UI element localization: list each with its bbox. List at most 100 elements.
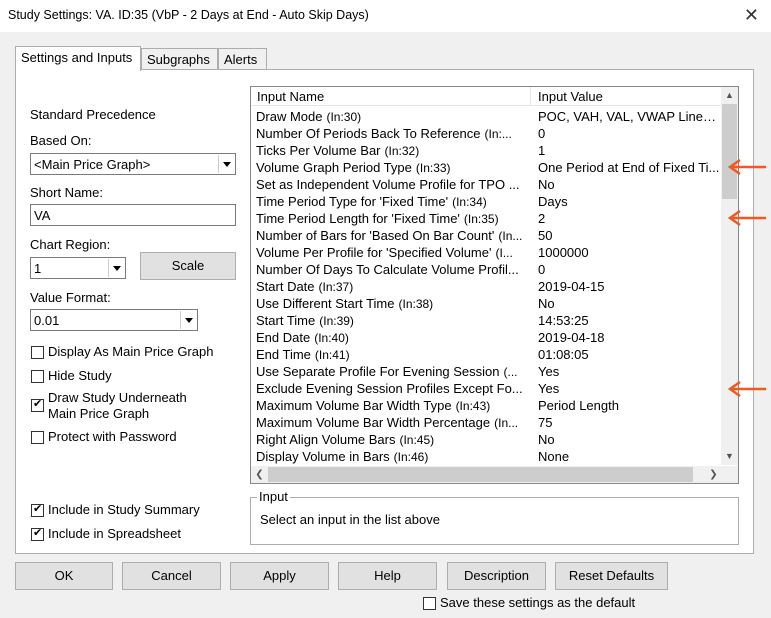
input-name-cell: Time Period Length for 'Fixed Time' (In:3… [256,211,529,226]
protect-with-password-checkbox[interactable] [31,431,44,444]
input-list[interactable]: Input Name Input Value Draw Mode (In:30) P… [250,86,739,484]
short-name-input[interactable]: VA [30,204,236,226]
input-value-cell[interactable]: 1 [538,143,722,158]
chevron-down-icon[interactable] [108,259,124,277]
input-value-cell[interactable]: POC, VAH, VAL, VWAP Lines ... [538,109,722,124]
input-row[interactable]: Start Date (In:37) 2019-04-15 [251,278,722,295]
input-value-cell[interactable]: 0 [538,126,722,141]
input-name-text: Start Date [256,279,315,294]
input-value-cell[interactable]: No [538,432,722,447]
input-name-cell: Number of Bars for 'Based On Bar Count'(… [256,228,529,243]
input-row[interactable]: Volume Per Profile for 'Specified Volume… [251,244,722,261]
horizontal-scroll-thumb[interactable] [268,467,693,482]
input-value-cell[interactable]: 14:53:25 [538,313,722,328]
ok-button[interactable]: OK [15,562,113,590]
input-value-cell[interactable]: 1000000 [538,245,722,260]
scale-button[interactable]: Scale [140,252,236,280]
help-button[interactable]: Help [338,562,437,590]
include-in-spreadsheet-checkbox[interactable] [31,526,44,541]
tab-subgraphs[interactable]: Subgraphs [141,48,218,70]
horizontal-scrollbar[interactable]: ❮ ❯ [251,466,722,483]
draw-study-underneath-checkbox[interactable] [31,397,44,412]
description-button[interactable]: Description [447,562,546,590]
input-row[interactable]: Number Of Periods Back To Reference (In:.… [251,125,722,142]
input-row[interactable]: Time Period Length for 'Fixed Time' (In:3… [251,210,722,227]
draw-study-underneath-label: Draw Study Underneath [48,390,187,405]
chevron-down-icon[interactable] [218,155,234,173]
input-value-cell[interactable]: Period Length [538,398,722,413]
input-value-cell[interactable]: 2 [538,211,722,226]
input-value-cell[interactable]: 2019-04-15 [538,279,722,294]
input-row[interactable]: Volume Graph Period Type (In:33) One Perio… [251,159,722,176]
input-value-cell[interactable]: 75 [538,415,722,430]
input-row[interactable]: End Time (In:41) 01:08:05 [251,346,722,363]
input-name-cell: Maximum Volume Bar Width Percentage (In..… [256,415,529,430]
apply-button[interactable]: Apply [230,562,329,590]
input-value-cell[interactable]: Days [538,194,722,209]
reset-defaults-button[interactable]: Reset Defaults [555,562,668,590]
input-value-cell[interactable]: No [538,177,722,192]
input-id-text: (In... [498,229,523,243]
input-value-cell[interactable]: 2019-04-18 [538,330,722,345]
include-in-study-summary-label: Include in Study Summary [48,502,200,517]
column-header-input-name[interactable]: Input Name [251,87,531,106]
input-row[interactable]: Ticks Per Volume Bar (In:32) 1 [251,142,722,159]
input-name-cell: Start Date (In:37) [256,279,529,294]
scroll-down-icon[interactable]: ▼ [721,448,738,465]
input-row[interactable]: Time Period Type for 'Fixed Time' (In:34)… [251,193,722,210]
annotation-arrow-icon [727,380,766,398]
input-name-text: Exclude Evening Session Profiles Except … [256,381,523,396]
input-row[interactable]: End Date (In:40) 2019-04-18 [251,329,722,346]
input-row[interactable]: Maximum Volume Bar Width Type (In:43) Peri… [251,397,722,414]
input-value-cell[interactable]: None [538,449,722,464]
input-value-cell[interactable]: Yes [538,364,722,379]
input-id-text: (In:45) [399,433,435,447]
chevron-down-icon[interactable] [180,311,196,329]
input-name-text: Number Of Periods Back To Reference [256,126,481,141]
input-value-cell[interactable]: One Period at End of Fixed Ti... [538,160,722,175]
tab-alerts[interactable]: Alerts [218,48,267,70]
draw-study-underneath-label-line2: Main Price Graph [48,406,150,421]
chart-region-select[interactable]: 1 [30,257,126,279]
input-value-cell[interactable]: 50 [538,228,722,243]
cancel-button[interactable]: Cancel [122,562,221,590]
column-header-input-value[interactable]: Input Value [532,87,722,106]
hide-study-checkbox[interactable] [31,370,44,383]
input-row[interactable]: Display Volume in Bars (In:46) None [251,448,722,465]
scroll-left-icon[interactable]: ❮ [251,466,268,483]
save-as-default-label: Save these settings as the default [440,595,636,610]
input-row[interactable]: Number of Bars for 'Based On Bar Count'(… [251,227,722,244]
input-name-cell: Volume Graph Period Type (In:33) [256,160,529,175]
tab-settings-and-inputs[interactable]: Settings and Inputs [15,46,141,71]
input-id-text: (In:... [484,127,512,141]
scroll-up-icon[interactable]: ▲ [721,87,738,104]
input-value-cell[interactable]: 01:08:05 [538,347,722,362]
input-row[interactable]: Set as Independent Volume Profile for TP… [251,176,722,193]
input-row[interactable]: Maximum Volume Bar Width Percentage (In..… [251,414,722,431]
input-row[interactable]: Use Different Start Time (In:38) No [251,295,722,312]
input-name-cell: Use Separate Profile For Evening Session… [256,364,529,379]
vertical-scroll-thumb[interactable] [722,104,737,199]
input-row[interactable]: Use Separate Profile For Evening Session… [251,363,722,380]
input-value-cell[interactable]: Yes [538,381,722,396]
input-row[interactable]: Start Time (In:39) 14:53:25 [251,312,722,329]
vertical-scrollbar[interactable]: ▲ ▼ [721,87,738,465]
scroll-right-icon[interactable]: ❯ [705,466,722,483]
display-as-main-price-graph-checkbox[interactable] [31,346,44,359]
save-as-default-checkbox[interactable] [423,597,436,610]
input-row[interactable]: Draw Mode (In:30) POC, VAH, VAL, VWAP Line… [251,108,722,125]
input-name-cell: Ticks Per Volume Bar (In:32) [256,143,529,158]
close-icon[interactable]: ✕ [744,5,759,26]
input-id-text: (In:41) [314,348,350,362]
input-value-cell[interactable]: 0 [538,262,722,277]
input-name-text: Maximum Volume Bar Width Type [256,398,452,413]
input-row[interactable]: Right Align Volume Bars (In:45) No [251,431,722,448]
input-value-cell[interactable]: No [538,296,722,311]
value-format-select[interactable]: 0.01 [30,309,198,331]
input-id-text: (In:32) [384,144,420,158]
include-in-study-summary-checkbox[interactable] [31,502,44,517]
input-row[interactable]: Exclude Evening Session Profiles Except … [251,380,722,397]
input-row[interactable]: Number Of Days To Calculate Volume Profi… [251,261,722,278]
based-on-select[interactable]: <Main Price Graph> [30,153,236,175]
input-id-text: (In... [494,416,519,430]
